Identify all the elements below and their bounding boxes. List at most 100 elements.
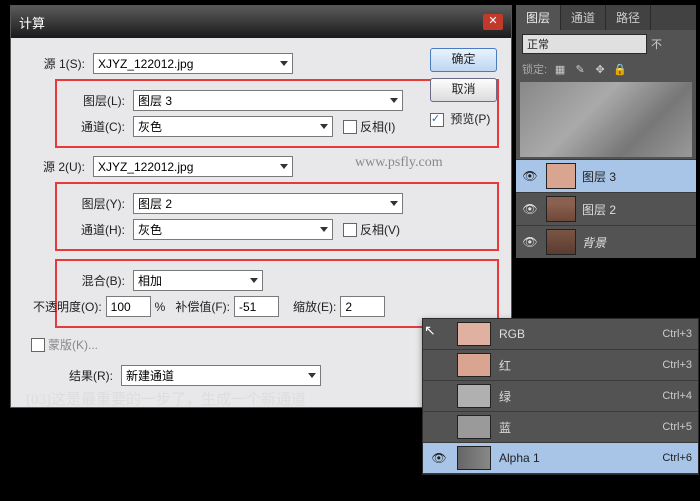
source1-file-value: XJYZ_122012.jpg — [98, 57, 193, 71]
channel-name-label: 蓝 — [499, 419, 662, 436]
lock-label: 锁定: — [522, 61, 547, 77]
channel-shortcut-label: Ctrl+4 — [662, 390, 692, 402]
offset-label: 补偿值(F): — [175, 298, 230, 315]
scale-input[interactable]: 2 — [340, 296, 385, 317]
close-icon[interactable]: ✕ — [483, 14, 503, 30]
chevron-down-icon — [320, 124, 328, 129]
channel-name-label: RGB — [499, 327, 662, 341]
channel-thumb — [457, 446, 491, 470]
dialog-buttons: 确定 取消 预览(P) — [430, 48, 497, 127]
source2-channel-value: 灰色 — [138, 221, 162, 238]
cancel-button[interactable]: 取消 — [430, 78, 497, 102]
source1-layer-value: 图层 3 — [138, 92, 172, 109]
channel-shortcut-label: Ctrl+3 — [662, 328, 692, 340]
tutorial-caption: [03]这是最重要的一步了，生成一个新通道 — [26, 388, 306, 409]
source1-invert-label: 反相(I) — [360, 118, 395, 135]
layer-thumb — [546, 229, 576, 255]
percent-label: % — [155, 300, 166, 314]
chevron-down-icon — [280, 164, 288, 169]
layer-row[interactable]: 👁 背景 — [516, 225, 696, 258]
channel-shortcut-label: Ctrl+6 — [662, 452, 692, 464]
opacity-label: 不透明度(O): — [33, 298, 102, 315]
lock-transparency-icon[interactable]: ▦ — [553, 62, 567, 76]
layer-list: 👁图层 3👁图层 2👁背景 — [516, 159, 696, 258]
source1-layer-select[interactable]: 图层 3 — [133, 90, 403, 111]
layer-row[interactable]: 👁图层 3 — [516, 159, 696, 192]
lock-controls: 锁定: ▦ ✎ ✥ 🔒 — [516, 58, 696, 80]
tab-layers[interactable]: 图层 — [516, 5, 561, 30]
source2-label: 源 2(U): — [23, 158, 93, 175]
chevron-down-icon — [250, 278, 258, 283]
preview-checkbox[interactable] — [430, 113, 444, 127]
source2-invert-label: 反相(V) — [360, 221, 400, 238]
source2-highlight: 图层(Y): 图层 2 通道(H): 灰色 反相(V) — [55, 182, 499, 251]
ok-button[interactable]: 确定 — [430, 48, 497, 72]
source2-invert-checkbox[interactable] — [343, 223, 357, 237]
lock-all-icon[interactable]: 🔒 — [613, 62, 627, 76]
source1-label: 源 1(S): — [23, 55, 93, 72]
watermark: www.psfly.com — [355, 155, 443, 171]
channel-name-label: Alpha 1 — [499, 451, 662, 465]
lock-pixels-icon[interactable]: ✎ — [573, 62, 587, 76]
layer-name-label: 背景 — [582, 234, 606, 251]
visibility-eye-icon[interactable]: 👁 — [520, 202, 540, 216]
channel-row[interactable]: 👁 Alpha 1Ctrl+6 — [423, 443, 698, 474]
layer-thumb — [546, 196, 576, 222]
visibility-eye-icon[interactable]: 👁 — [520, 235, 540, 249]
channel-row[interactable]: 蓝Ctrl+5 — [423, 412, 698, 443]
channel-thumb — [457, 353, 491, 377]
channel-thumb — [457, 322, 491, 346]
mask-checkbox[interactable] — [31, 338, 45, 352]
scale-label: 缩放(E): — [293, 298, 336, 315]
blending-label: 混合(B): — [63, 272, 133, 289]
source1-layer-label: 图层(L): — [63, 92, 133, 109]
channel-row[interactable]: 红Ctrl+3 — [423, 350, 698, 381]
blend-mode-select[interactable]: 正常 — [522, 34, 647, 54]
source2-file-value: XJYZ_122012.jpg — [98, 160, 193, 174]
chevron-down-icon — [390, 201, 398, 206]
opacity-panel-label: 不 — [651, 36, 662, 52]
source2-layer-value: 图层 2 — [138, 195, 172, 212]
lock-position-icon[interactable]: ✥ — [593, 62, 607, 76]
channel-name-label: 红 — [499, 357, 662, 374]
result-label: 结果(R): — [23, 367, 121, 384]
dialog-titlebar[interactable]: 计算 ✕ — [11, 6, 511, 38]
visibility-eye-icon[interactable]: 👁 — [520, 169, 540, 183]
source2-layer-label: 图层(Y): — [63, 195, 133, 212]
chevron-down-icon — [320, 227, 328, 232]
chevron-down-icon — [280, 61, 288, 66]
opacity-input[interactable]: 100 — [106, 296, 151, 317]
offset-input[interactable]: -51 — [234, 296, 279, 317]
source1-channel-value: 灰色 — [138, 118, 162, 135]
layer-row[interactable]: 👁 图层 2 — [516, 192, 696, 225]
tab-paths[interactable]: 路径 — [606, 5, 651, 30]
layer-name-label: 图层 2 — [582, 201, 616, 218]
result-value: 新建通道 — [126, 367, 174, 384]
layer-thumb — [546, 163, 576, 189]
chevron-down-icon — [390, 98, 398, 103]
dialog-title: 计算 — [19, 13, 45, 32]
cursor-icon: ↖ — [424, 322, 436, 339]
visibility-eye-icon[interactable]: 👁 — [429, 451, 449, 465]
source2-channel-select[interactable]: 灰色 — [133, 219, 333, 240]
tab-channels[interactable]: 通道 — [561, 5, 606, 30]
channel-shortcut-label: Ctrl+5 — [662, 421, 692, 433]
source1-invert-checkbox[interactable] — [343, 120, 357, 134]
source1-file-select[interactable]: XJYZ_122012.jpg — [93, 53, 293, 74]
result-select[interactable]: 新建通道 — [121, 365, 321, 386]
blending-mode-select[interactable]: 相加 — [133, 270, 263, 291]
channel-row[interactable]: 绿Ctrl+4 — [423, 381, 698, 412]
channel-shortcut-label: Ctrl+3 — [662, 359, 692, 371]
source2-file-select[interactable]: XJYZ_122012.jpg — [93, 156, 293, 177]
channel-name-label: 绿 — [499, 388, 662, 405]
chevron-down-icon — [308, 373, 316, 378]
channels-panel: RGBCtrl+3 红Ctrl+3 绿Ctrl+4 蓝Ctrl+5👁Alpha … — [422, 318, 699, 475]
source2-layer-select[interactable]: 图层 2 — [133, 193, 403, 214]
layer-preview-thumb — [520, 82, 692, 157]
mask-label: 蒙版(K)... — [48, 336, 98, 353]
channel-row[interactable]: RGBCtrl+3 — [423, 319, 698, 350]
channel-thumb — [457, 415, 491, 439]
source1-channel-select[interactable]: 灰色 — [133, 116, 333, 137]
layers-panel: 图层 通道 路径 正常 不 锁定: ▦ ✎ ✥ 🔒 👁图层 3👁图层 2👁背景 — [516, 5, 696, 258]
source2-channel-label: 通道(H): — [63, 221, 133, 238]
